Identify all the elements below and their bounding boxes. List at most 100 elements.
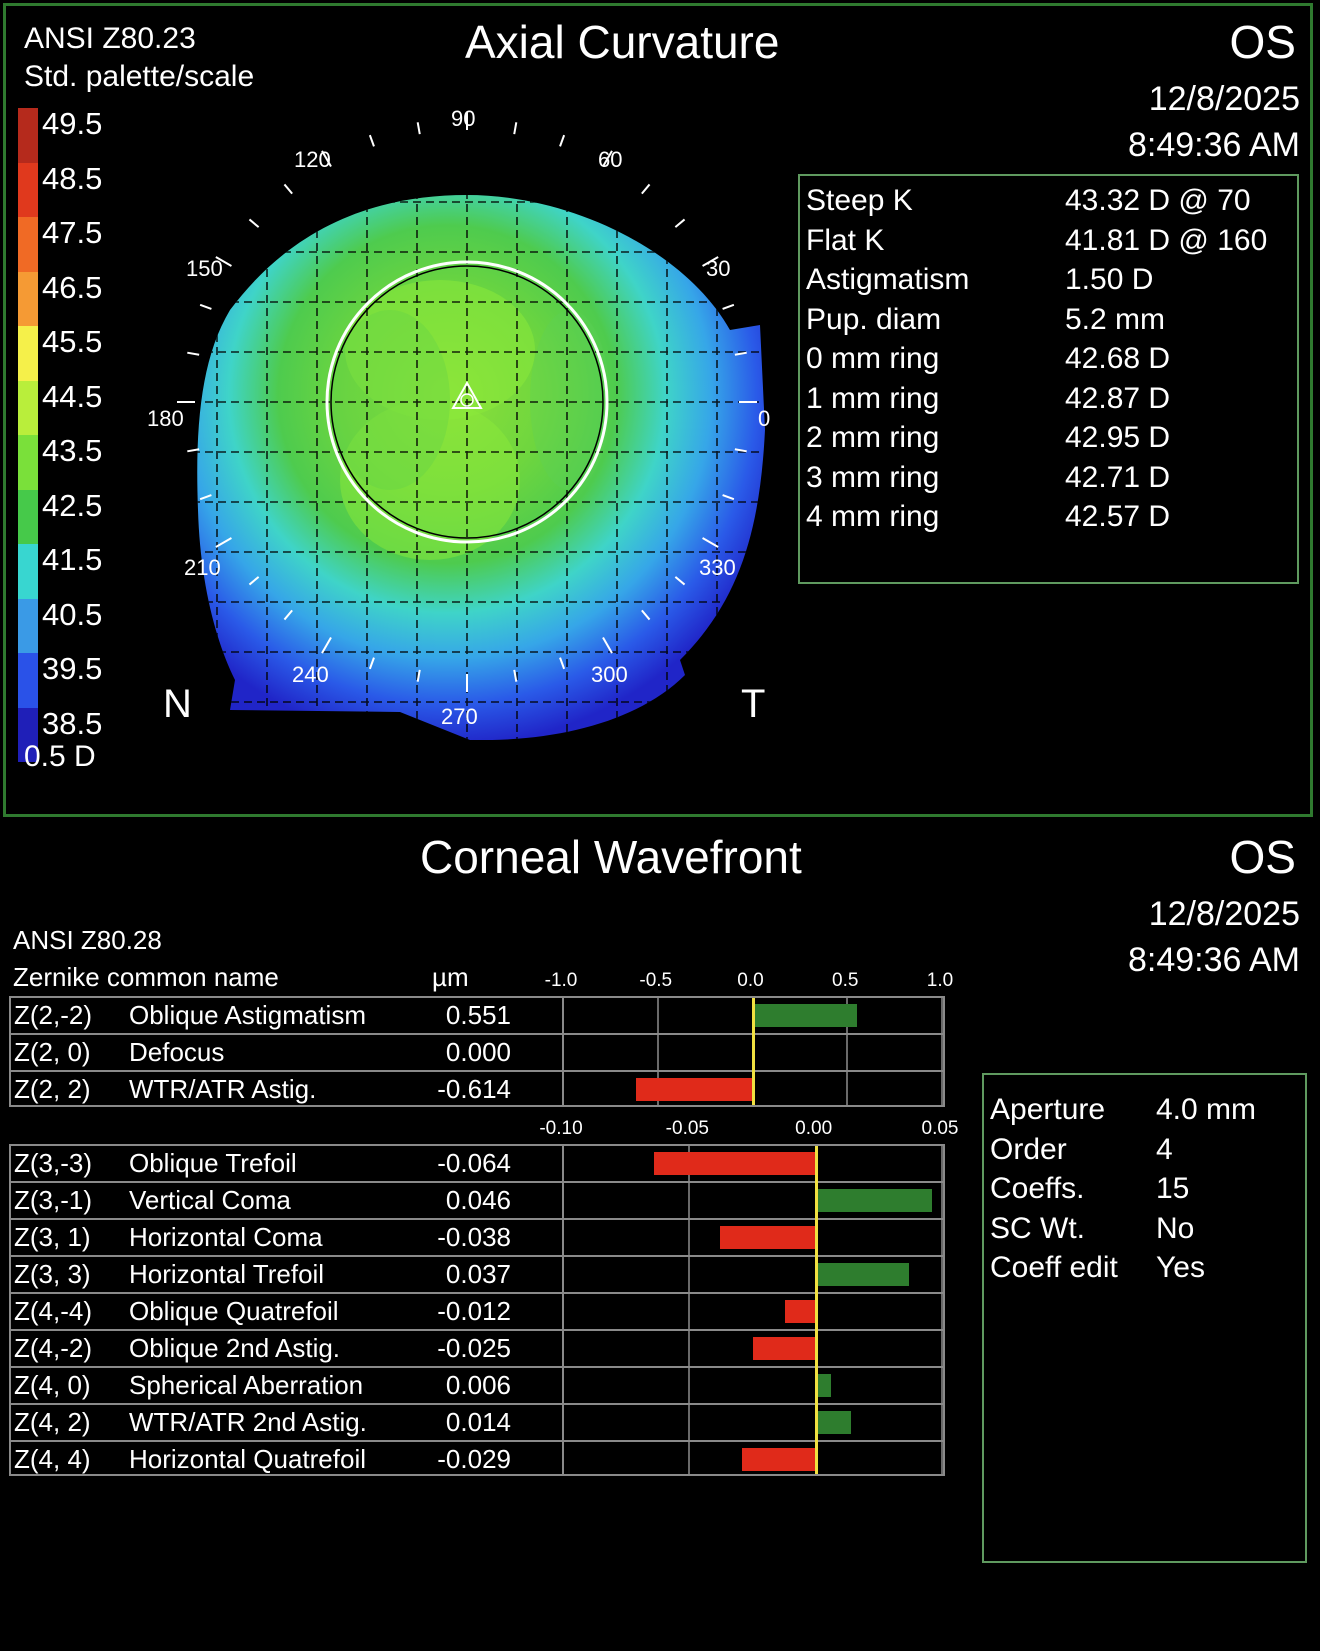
axial-title: Axial Curvature xyxy=(465,16,780,68)
stat-value: 42.68 D xyxy=(1065,342,1171,375)
zernike-name: WTR/ATR Astig. xyxy=(129,1074,317,1104)
stat-label: 1 mm ring xyxy=(806,381,940,415)
zernike-value: -0.029 xyxy=(437,1444,511,1474)
angle-label-60: 60 xyxy=(598,147,623,172)
zernike-value: -0.038 xyxy=(437,1222,511,1252)
zernike-term: Z(3,-1) xyxy=(14,1185,92,1215)
stat-value: 42.87 D xyxy=(1065,381,1171,415)
zernike-term: Z(2,-2) xyxy=(14,1000,92,1030)
angle-tick xyxy=(248,218,260,228)
legend-label: 46.5 xyxy=(42,269,103,305)
axis-tick-label: 0.00 xyxy=(795,1118,833,1139)
angle-tick xyxy=(513,122,518,135)
zernike-name: Horizontal Quatrefoil xyxy=(129,1444,366,1474)
legend-label: 47.5 xyxy=(42,215,103,250)
stat-value: 1.50 D xyxy=(1065,263,1154,296)
legend-label: 45.5 xyxy=(42,324,103,359)
axis-tick-label: 0.0 xyxy=(737,970,764,991)
wavefront-eye: OS xyxy=(1229,831,1296,883)
angle-tick xyxy=(187,351,200,356)
scale-step: 0.5 D xyxy=(24,740,96,773)
angle-tick xyxy=(416,122,421,135)
zernike-term: Z(4, 4) xyxy=(14,1444,91,1474)
legend-swatch xyxy=(18,544,38,599)
axis-tick-label: -1.0 xyxy=(544,970,578,991)
stat-value: 42.57 D xyxy=(1065,500,1171,533)
setting-value: 4 xyxy=(1156,1132,1173,1166)
zernike-name: Horizontal Trefoil xyxy=(129,1259,325,1289)
stat-value: 5.2 mm xyxy=(1065,302,1166,336)
coefficient-bar xyxy=(815,1263,910,1286)
legend-label: 48.5 xyxy=(42,160,103,196)
angle-tick xyxy=(283,183,293,195)
zernike-table-order2: Z(2,-2) Oblique Astigmatism 0.551 Z(2, 0) De… xyxy=(9,996,945,1107)
zernike-name: Oblique Trefoil xyxy=(129,1148,297,1178)
legend-label: 49.5 xyxy=(42,106,103,141)
coefficient-bar xyxy=(752,1337,816,1360)
table-row: Z(4, 2) WTR/ATR 2nd Astig. 0.014 xyxy=(11,1405,943,1442)
legend-label: 41.5 xyxy=(42,542,103,577)
nasal-label: N xyxy=(163,682,192,726)
legend-swatch xyxy=(18,326,38,381)
stat-value: 41.81 D @ 160 xyxy=(1065,223,1268,257)
legend-label: 38.5 xyxy=(42,705,103,741)
legend-label: 40.5 xyxy=(42,596,103,632)
axial-date: 12/8/2025 xyxy=(1148,80,1300,118)
zernike-value: 0.037 xyxy=(445,1259,511,1289)
legend-label: 43.5 xyxy=(42,433,103,468)
axis-tick-label: 1.0 xyxy=(926,970,954,991)
zernike-name: Horizontal Coma xyxy=(129,1222,323,1252)
wavefront-settings-box: Aperture 4.0 mm Order 4 Coeffs. 15 SC Wt. No Coe… xyxy=(982,1073,1307,1563)
axial-eye: OS xyxy=(1229,16,1296,68)
angle-label-210: 210 xyxy=(184,555,221,580)
stat-label: 0 mm ring xyxy=(806,342,940,375)
table-row: Z(2, 2) WTR/ATR Astig. -0.614 xyxy=(11,1072,943,1109)
setting-value: 4.0 mm xyxy=(1156,1093,1257,1126)
angle-label-270: 270 xyxy=(441,704,478,729)
zernike-value: 0.006 xyxy=(445,1370,511,1400)
wavefront-standard: ANSI Z80.28 xyxy=(13,925,162,955)
zernike-value: -0.064 xyxy=(437,1148,511,1178)
legend-swatch xyxy=(18,162,38,217)
setting-value: Yes xyxy=(1156,1251,1205,1284)
zernike-term: Z(3, 3) xyxy=(14,1259,91,1289)
legend-label: 44.5 xyxy=(42,378,103,414)
zero-line xyxy=(814,1146,818,1474)
legend-swatch xyxy=(18,380,38,435)
angle-label-240: 240 xyxy=(292,662,329,687)
angle-tick xyxy=(674,218,686,228)
zernike-term: Z(2, 0) xyxy=(14,1037,91,1067)
legend-swatch xyxy=(18,653,38,708)
axial-time: 8:49:36 AM xyxy=(1127,126,1300,164)
setting-label: Aperture xyxy=(990,1093,1106,1126)
zernike-name: Vertical Coma xyxy=(129,1185,291,1215)
zernike-table-order3-4: Z(3,-3) Oblique Trefoil -0.064 Z(3,-1) Verti… xyxy=(9,1144,945,1476)
legend-swatch xyxy=(18,598,38,653)
stat-label: Astigmatism xyxy=(806,263,970,296)
angle-label-30: 30 xyxy=(706,256,731,281)
stat-label: 2 mm ring xyxy=(806,421,940,454)
zernike-value: -0.614 xyxy=(437,1074,511,1104)
wavefront-date: 12/8/2025 xyxy=(1148,895,1300,933)
setting-label: Order xyxy=(990,1132,1067,1166)
unit-header: µm xyxy=(432,962,469,992)
legend-swatch xyxy=(18,435,38,490)
zernike-name-header: Zernike common name xyxy=(13,962,279,992)
angle-tick xyxy=(187,448,200,453)
zernike-name: Defocus xyxy=(129,1037,225,1067)
axis-tick-label: -0.05 xyxy=(665,1118,709,1139)
coefficient-bar xyxy=(815,1411,852,1434)
axis-tick-label: -0.10 xyxy=(539,1118,583,1139)
angle-label-330: 330 xyxy=(699,555,736,580)
coefficient-bar xyxy=(815,1189,932,1212)
legend-swatch xyxy=(18,271,38,326)
angle-tick xyxy=(722,303,735,310)
zernike-term: Z(4, 0) xyxy=(14,1370,91,1400)
angle-label-150: 150 xyxy=(186,256,223,281)
coefficient-bar xyxy=(636,1078,753,1101)
coefficient-bar xyxy=(653,1152,816,1175)
zernike-term: Z(4, 2) xyxy=(14,1407,91,1437)
axis-tick-label: 0.5 xyxy=(832,970,859,991)
stat-label: Flat K xyxy=(806,223,885,257)
stat-value: 42.71 D xyxy=(1065,460,1171,494)
